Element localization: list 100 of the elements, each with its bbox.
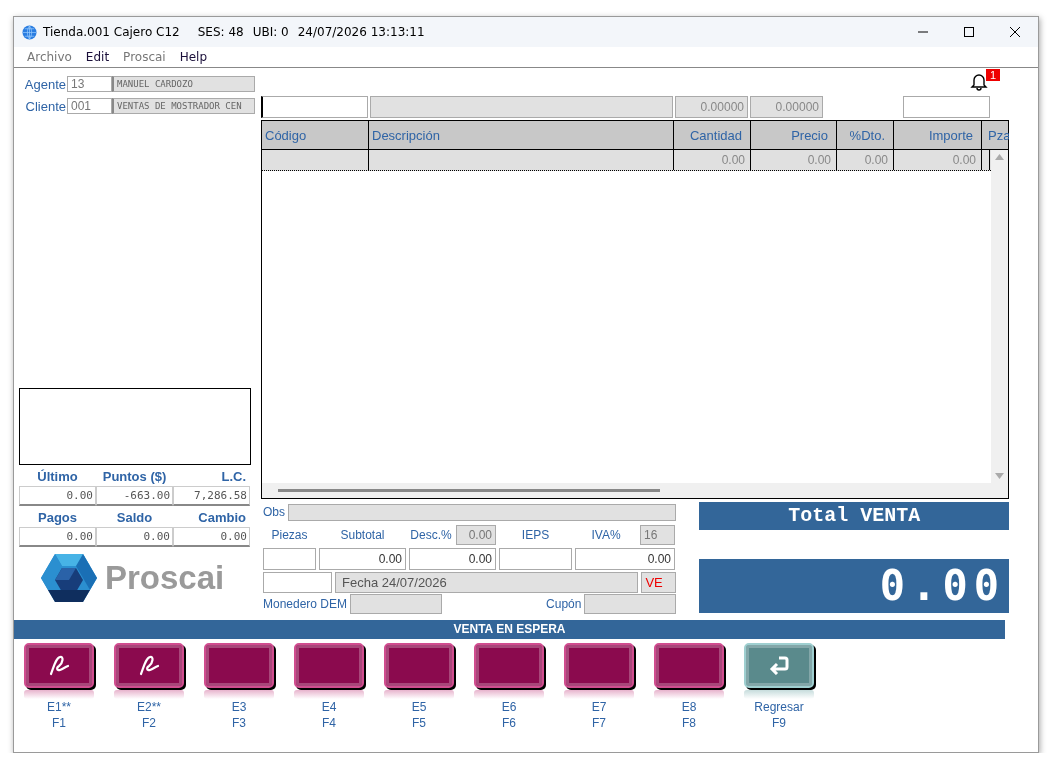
window-title: Tienda.001 Cajero C12 [43, 25, 180, 39]
discount-field: 0.00 [409, 548, 496, 570]
total-title: Total VENTA [699, 502, 1009, 530]
session-text: SES: 48 [197, 25, 244, 39]
client-code-field[interactable]: 001 [67, 98, 112, 114]
payment-label: Cambio [197, 510, 247, 525]
menu-item[interactable]: Edit [78, 50, 117, 64]
subtotal-field: 0.00 [319, 548, 406, 570]
ieps-label: IEPS [520, 528, 551, 542]
function-key-button[interactable] [294, 643, 364, 699]
date-field: Fecha 24/07/2026 [335, 571, 639, 593]
signature-icon [138, 654, 160, 677]
code-entry-field[interactable] [261, 96, 368, 118]
payment-value-field: 0.00 [96, 527, 173, 547]
account-value-field: 7,286.58 [173, 486, 250, 506]
notification-bell-icon[interactable] [969, 71, 989, 91]
client-label: Cliente [24, 98, 66, 114]
input-field[interactable] [263, 571, 332, 593]
maximize-icon [964, 27, 974, 37]
discount-percent-field[interactable]: 0.00 [456, 525, 496, 545]
scroll-down-icon[interactable] [995, 473, 1004, 479]
signature-icon [48, 654, 70, 677]
function-key-button[interactable] [474, 643, 544, 699]
hold-bar-title: VENTA EN ESPERA [14, 620, 1005, 639]
key-shortcut: F3 [232, 715, 246, 731]
agent-code-field[interactable]: 13 [67, 76, 112, 92]
key-label: E2** [137, 699, 161, 715]
key-label: E1** [47, 699, 71, 715]
column-header[interactable]: Descripción [369, 121, 674, 149]
pieces-label: Piezas [270, 528, 309, 542]
subtotal-label: Subtotal [339, 528, 386, 542]
obs-field[interactable] [288, 503, 677, 521]
key-shortcut: F4 [322, 715, 336, 731]
column-header[interactable]: Código [262, 121, 369, 149]
account-value-field: -663.00 [96, 486, 173, 506]
logo-icon [41, 554, 97, 602]
notification-count-badge: 1 [986, 69, 1001, 81]
pieces-field[interactable] [263, 548, 316, 570]
menu-item[interactable]: Help [172, 50, 215, 64]
table-cell: 0.00 [674, 150, 751, 170]
column-header[interactable]: Importe [894, 121, 982, 149]
payment-value-field: 0.00 [19, 527, 96, 547]
monedero-label: Monedero DEM [263, 597, 348, 611]
table-cell: 0.00 [751, 150, 837, 170]
key-shortcut: F2 [142, 715, 156, 731]
coupon-field[interactable] [584, 594, 677, 614]
key-label: E4 [321, 699, 337, 715]
table-cell: 0.00 [837, 150, 894, 170]
function-key-button[interactable] [654, 643, 724, 699]
key-shortcut: F8 [682, 715, 696, 731]
function-key-button[interactable] [114, 643, 184, 699]
key-shortcut: F9 [772, 715, 786, 731]
coupon-label: Cupón [546, 597, 582, 611]
value-field: 0.00000 [675, 96, 748, 118]
key-label: E3 [231, 699, 247, 715]
key-label: Regresar [754, 699, 804, 715]
value-field: 0.00000 [750, 96, 823, 118]
discount-label: Desc.% [409, 528, 453, 542]
agent-name-field[interactable]: MANUEL CARDOZO [112, 76, 255, 92]
document-type-field: VE [641, 571, 677, 593]
key-label: E8 [681, 699, 697, 715]
agent-label: Agente [23, 76, 66, 92]
horizontal-scrollbar[interactable] [262, 483, 1008, 498]
function-key-button[interactable] [384, 643, 454, 699]
payment-value-field: 0.00 [173, 527, 250, 547]
function-key-button[interactable] [24, 643, 94, 699]
client-name-field[interactable]: VENTAS DE MOSTRADOR CEN [112, 98, 255, 114]
account-label: Puntos ($) [101, 469, 168, 484]
scrollbar-thumb[interactable] [278, 489, 660, 492]
iva-percent-field[interactable]: 16 [640, 525, 675, 545]
function-key-button[interactable] [204, 643, 274, 699]
key-shortcut: F1 [52, 715, 66, 731]
account-label: L.C. [220, 469, 247, 484]
payment-label: Pagos [37, 510, 78, 525]
close-icon [1010, 27, 1020, 37]
payment-label: Saldo [115, 510, 154, 525]
key-label: E5 [411, 699, 427, 715]
iva-label: IVA% [590, 528, 622, 542]
function-key-button[interactable] [564, 643, 634, 699]
account-label: Último [36, 469, 79, 484]
key-shortcut: F7 [592, 715, 606, 731]
datetime-text: 24/07/2026 13:13:11 [297, 25, 425, 39]
iva-field: 0.00 [575, 548, 675, 570]
logo-text: Proscai [105, 559, 225, 597]
vertical-scrollbar[interactable] [991, 150, 1008, 483]
column-header[interactable]: Cantidad [674, 121, 751, 149]
location-text: UBI: 0 [252, 25, 289, 39]
column-header[interactable]: %Dto. [837, 121, 894, 149]
key-shortcut: F5 [412, 715, 426, 731]
table-cell: 0.00 [894, 150, 982, 170]
function-key-button[interactable] [744, 643, 814, 699]
input-field[interactable] [903, 96, 990, 118]
key-shortcut: F6 [502, 715, 516, 731]
obs-label: Obs [263, 505, 285, 519]
scroll-up-icon[interactable] [995, 154, 1004, 160]
total-amount: 0.00 [699, 559, 1009, 613]
key-label: E7 [591, 699, 607, 715]
monedero-field[interactable] [350, 594, 443, 614]
column-header[interactable]: Precio [751, 121, 837, 149]
key-label: E6 [501, 699, 517, 715]
